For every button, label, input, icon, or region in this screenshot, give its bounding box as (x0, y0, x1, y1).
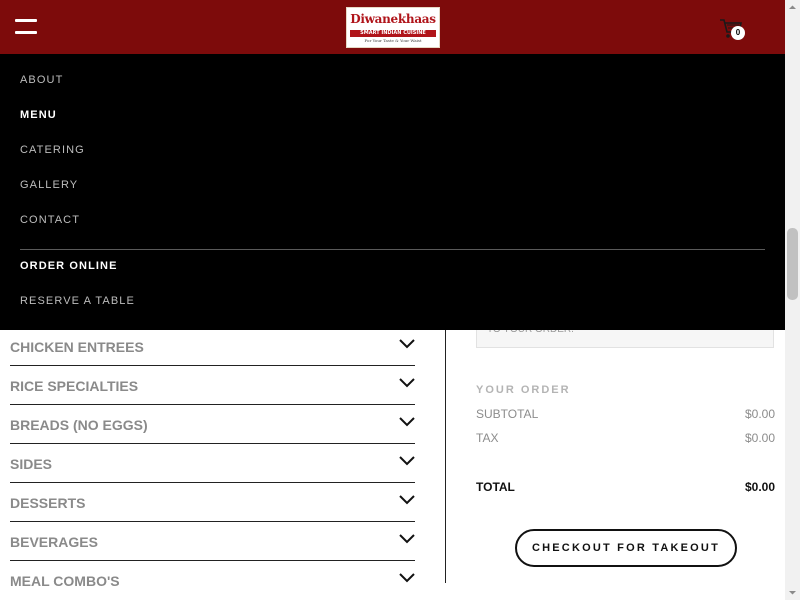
category-row[interactable]: DESSERTS (10, 483, 415, 522)
category-label: DESSERTS (10, 495, 86, 511)
category-label: RICE SPECIALTIES (10, 378, 139, 394)
chevron-down-icon (399, 339, 415, 349)
chevron-down-icon (399, 456, 415, 466)
chevron-down-icon (399, 534, 415, 544)
nav-item-menu[interactable]: MENU (20, 109, 57, 121)
nav-item-about[interactable]: ABOUT (20, 74, 63, 86)
category-row[interactable]: BEVERAGES (10, 522, 415, 561)
total-value: $0.00 (744, 480, 775, 494)
category-row[interactable]: CHICKEN ENTREES (10, 327, 415, 366)
logo-name: Diwanekhaas (350, 12, 436, 26)
chevron-down-icon (399, 573, 415, 583)
nav-item-gallery[interactable]: GALLERY (20, 179, 78, 191)
nav-item-order-online[interactable]: ORDER ONLINE (20, 260, 118, 272)
site-logo[interactable]: Diwanekhaas SMART INDIAN CUISINE For You… (346, 7, 440, 48)
page-scrollbar[interactable] (785, 0, 800, 600)
nav-divider (20, 249, 765, 250)
category-label: CHICKEN ENTREES (10, 339, 144, 355)
category-row[interactable]: SIDES (10, 444, 415, 483)
hamburger-menu-icon[interactable] (15, 19, 37, 35)
category-label: BREADS (NO EGGS) (10, 417, 148, 433)
chevron-down-icon (399, 378, 415, 388)
cart-count-badge: 0 (731, 26, 745, 40)
scroll-up-arrow-icon[interactable] (785, 0, 800, 15)
tax-label: TAX (476, 431, 499, 445)
category-row[interactable]: MEAL COMBO'S (10, 561, 415, 599)
category-row[interactable]: BREADS (NO EGGS) (10, 405, 415, 444)
nav-item-contact[interactable]: CONTACT (20, 214, 80, 226)
your-order-heading: YOUR ORDER (476, 384, 571, 396)
site-header: Diwanekhaas SMART INDIAN CUISINE For You… (0, 0, 785, 54)
logo-tagline: For Your Taste & Your Waist (364, 38, 422, 43)
category-row[interactable]: RICE SPECIALTIES (10, 366, 415, 405)
scroll-thumb[interactable] (787, 228, 798, 300)
logo-band: SMART INDIAN CUISINE (350, 30, 436, 37)
subtotal-value: $0.00 (744, 407, 775, 421)
scroll-down-arrow-icon[interactable] (785, 585, 800, 600)
chevron-down-icon (399, 495, 415, 505)
total-label: TOTAL (476, 480, 515, 494)
category-label: SIDES (10, 456, 53, 472)
column-divider (445, 330, 446, 583)
category-label: BEVERAGES (10, 534, 98, 550)
subtotal-label: SUBTOTAL (476, 407, 539, 421)
nav-item-catering[interactable]: CATERING (20, 144, 85, 156)
category-label: MEAL COMBO'S (10, 573, 120, 589)
main-nav-dropdown: ABOUT MENU CATERING GALLERY CONTACT ORDE… (0, 54, 785, 330)
nav-item-reserve-table[interactable]: RESERVE A TABLE (20, 295, 135, 307)
chevron-down-icon (399, 417, 415, 427)
checkout-takeout-button[interactable]: CHECKOUT FOR TAKEOUT (515, 529, 737, 567)
menu-category-list: CHICKEN ENTREES RICE SPECIALTIES BREADS … (10, 327, 415, 599)
tax-value: $0.00 (744, 431, 775, 445)
